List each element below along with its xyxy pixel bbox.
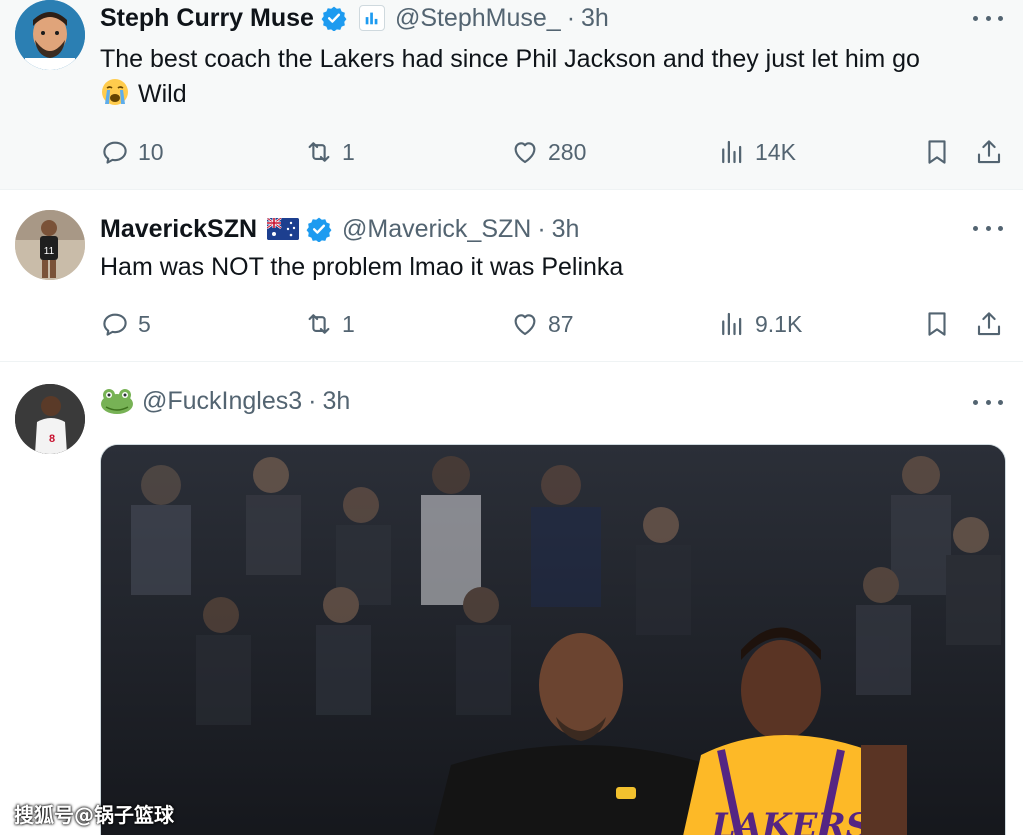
avatar[interactable]: 11 [15,210,85,280]
bookmark-button[interactable] [922,134,952,170]
user-handle[interactable]: @Maverick_SZN [342,215,531,244]
separator-dot: · [308,386,317,415]
more-options-icon[interactable] [973,218,1003,238]
watermark: 搜狐号@锅子篮球 [14,803,174,827]
heart-icon [514,142,536,164]
loudly-crying-face-icon [100,77,130,107]
reply-button[interactable]: 10 [100,134,164,170]
views-chart-icon [722,312,742,336]
tweet-fuckingles3[interactable]: 8 @FuckIngles3 · 3h LAKERS [0,362,1023,835]
user-handle[interactable]: @FuckIngles3 [142,387,302,416]
tweet-header: Steph Curry Muse @StephMuse_ · 3h [100,1,609,35]
retweet-icon [308,314,330,334]
reply-icon [103,141,127,164]
tweet-text-line: Wild [100,77,993,112]
more-options-icon[interactable] [973,8,1003,28]
more-options-icon[interactable] [973,392,1003,412]
verified-badge-icon [306,216,332,243]
svg-text:8: 8 [49,433,55,445]
separator-dot: · [566,3,576,32]
bookmark-icon [928,312,946,336]
tweet-text: Ham was NOT the problem lmao it was Peli… [100,253,624,281]
share-icon [977,140,1001,164]
action-bar: 10 1 280 14K [100,134,1005,170]
views-chart-icon [722,140,742,164]
tweet-photo[interactable]: LAKERS [100,444,1006,835]
like-count: 280 [548,138,587,165]
view-count: 14K [755,138,796,165]
svg-text:11: 11 [44,246,55,257]
separator-dot: · [537,214,546,243]
reply-count: 5 [138,310,151,337]
display-name[interactable]: Steph Curry Muse [100,4,314,33]
view-count: 9.1K [755,310,803,337]
svg-text:LAKERS: LAKERS [711,806,871,835]
avatar[interactable]: 8 [15,384,85,454]
bookmark-icon [928,140,946,164]
frog-icon [100,387,134,415]
verified-badge-icon [321,5,347,32]
retweet-icon [308,142,330,162]
affiliate-chart-icon[interactable] [358,5,385,31]
tweet-steph-curry-muse[interactable]: Steph Curry Muse @StephMuse_ · 3h The be… [0,0,1023,190]
like-button[interactable]: 87 [510,306,574,342]
tweet-mavericksnz[interactable]: 11 MaverickSZN @Maverick_SZN · 3h Ham wa… [0,190,1023,362]
tweet-header: @FuckIngles3 · 3h [100,384,350,418]
share-icon [977,312,1001,336]
views-button[interactable]: 9.1K [717,306,802,342]
like-button[interactable]: 280 [510,134,586,170]
share-button[interactable] [974,306,1004,342]
tweet-text-word: Wild [138,80,187,108]
reply-count: 10 [138,138,164,165]
reply-button[interactable]: 5 [100,306,151,342]
tweet-text-line: The best coach the Lakers had since Phil… [100,45,920,73]
display-name[interactable]: MaverickSZN [100,215,257,244]
timestamp[interactable]: 3h [552,215,580,244]
reply-icon [103,313,127,336]
retweet-button[interactable]: 1 [304,134,355,170]
user-handle[interactable]: @StephMuse_ [395,4,561,33]
like-count: 87 [548,310,574,337]
retweet-button[interactable]: 1 [304,306,355,342]
avatar[interactable] [15,0,85,70]
heart-icon [514,314,536,336]
bookmark-button[interactable] [922,306,952,342]
timestamp[interactable]: 3h [323,387,351,416]
australia-flag-icon [267,218,300,240]
retweet-count: 1 [342,138,355,165]
share-button[interactable] [974,134,1004,170]
views-button[interactable]: 14K [717,134,796,170]
action-bar: 5 1 87 9.1K [100,306,1005,342]
tweet-header: MaverickSZN @Maverick_SZN · 3h [100,212,579,246]
retweet-count: 1 [342,310,355,337]
tweet-text: The best coach the Lakers had since Phil… [100,42,993,112]
timestamp[interactable]: 3h [581,4,609,33]
